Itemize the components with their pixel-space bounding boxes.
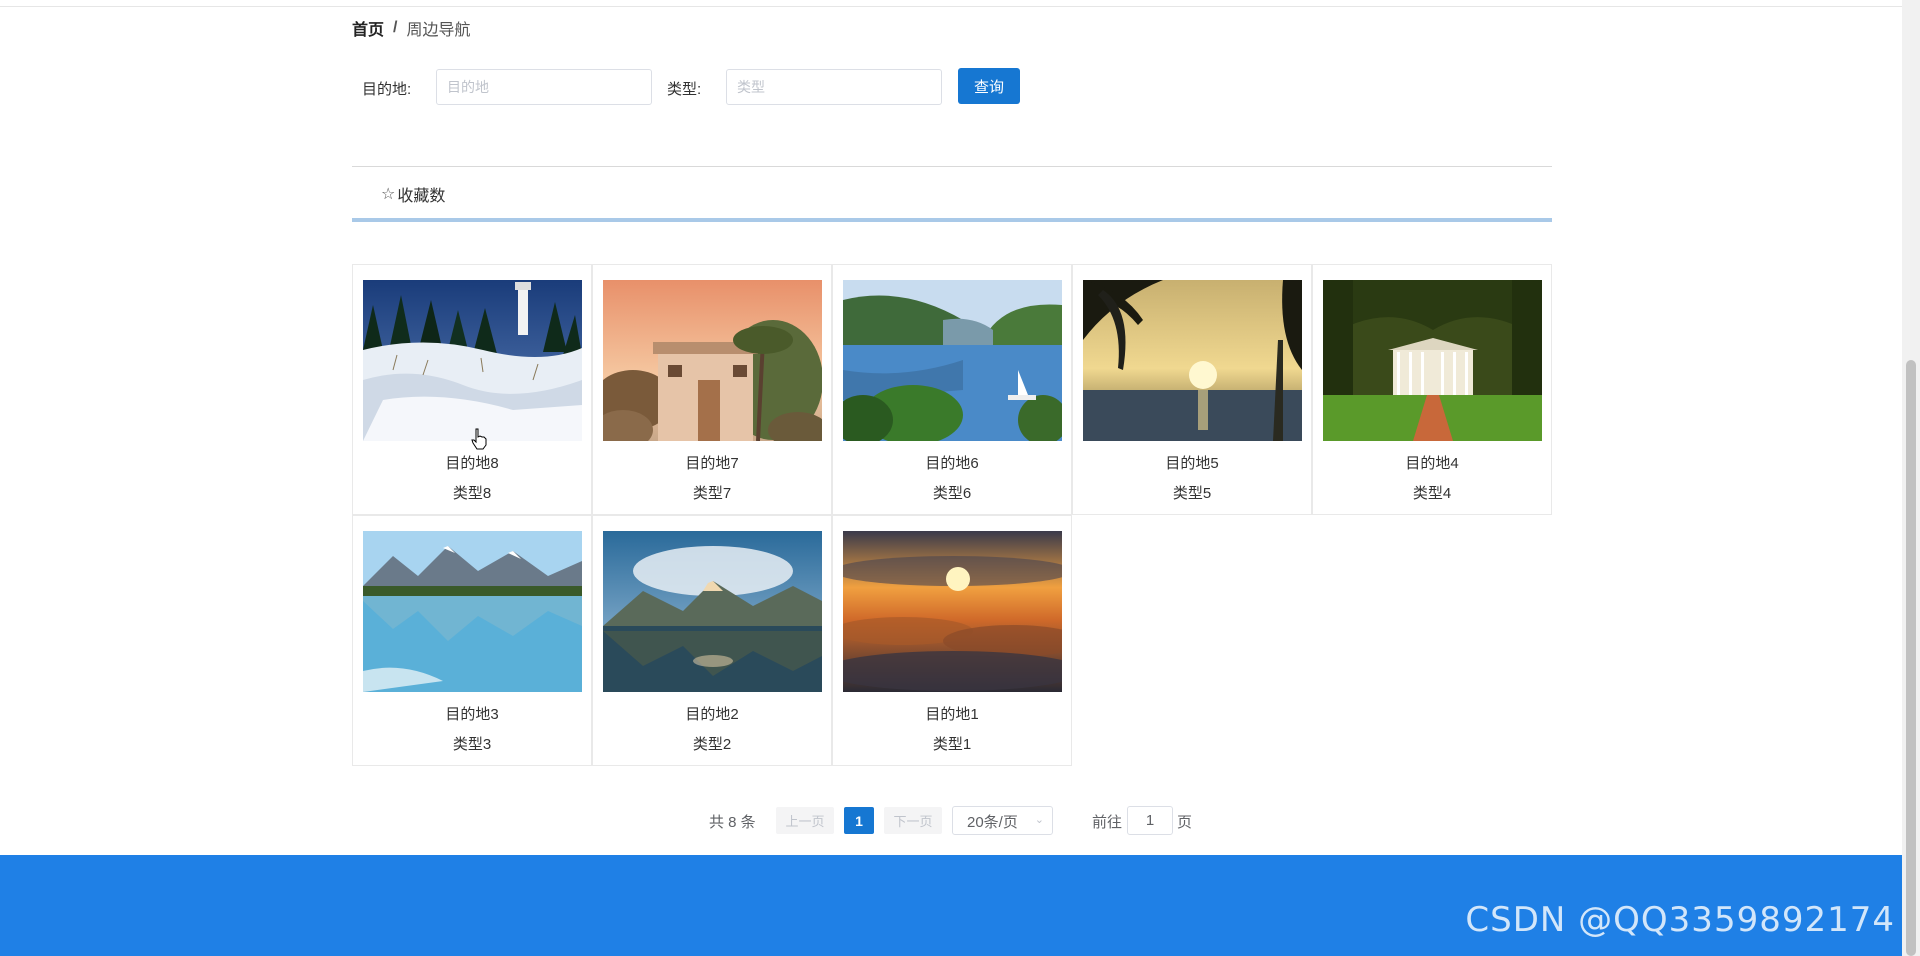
destination-card[interactable]: 目的地7 类型7 xyxy=(592,264,832,515)
scrollbar-thumb[interactable] xyxy=(1906,360,1916,956)
breadcrumb-separator: / xyxy=(393,19,398,36)
destination-type: 类型2 xyxy=(692,736,732,753)
destination-card[interactable]: 目的地8 类型8 xyxy=(352,264,592,515)
breadcrumb-home[interactable]: 首页 xyxy=(352,16,384,40)
destination-name[interactable]: 目的地3 xyxy=(353,703,591,724)
type-input[interactable] xyxy=(726,69,942,105)
prev-page-button[interactable]: 上一页 xyxy=(776,807,834,834)
destination-name[interactable]: 目的地5 xyxy=(1073,452,1311,473)
destination-card[interactable]: 目的地6 类型6 xyxy=(832,264,1072,515)
destination-image-adobe-house-sunset[interactable] xyxy=(603,280,822,441)
page-unit-label: 页 xyxy=(1177,814,1193,831)
destination-input[interactable] xyxy=(436,69,652,105)
tab-favorites[interactable]: ☆ 收藏数 xyxy=(381,182,445,206)
destination-name[interactable]: 目的地7 xyxy=(593,452,831,473)
destination-image-sunset-above-clouds[interactable] xyxy=(843,531,1062,692)
tab-favorites-label: 收藏数 xyxy=(397,188,446,205)
destination-type: 类型3 xyxy=(452,736,492,753)
destination-image-palm-sunset-sea[interactable] xyxy=(1083,280,1302,441)
goto-page-input[interactable] xyxy=(1127,806,1173,835)
breadcrumb-current: 周边导航 xyxy=(406,22,471,39)
destination-card[interactable]: 目的地5 类型5 xyxy=(1072,264,1312,515)
destination-card[interactable]: 目的地3 类型3 xyxy=(352,515,592,766)
query-button[interactable]: 查询 xyxy=(958,68,1020,104)
destination-image-river-valley-sailboat[interactable] xyxy=(843,280,1062,441)
sort-tabs: ☆ 收藏数 xyxy=(352,166,1552,222)
breadcrumb: 首页 / 周边导航 xyxy=(352,16,470,40)
watermark: CSDN @QQ3359892174 xyxy=(1465,900,1895,940)
chevron-down-icon: ⌄ xyxy=(1034,814,1044,826)
destination-type: 类型4 xyxy=(1412,485,1452,502)
destination-name[interactable]: 目的地1 xyxy=(833,703,1071,724)
header-divider xyxy=(0,6,1902,7)
next-page-button[interactable]: 下一页 xyxy=(884,807,942,834)
destination-label: 目的地: xyxy=(362,81,412,98)
destination-card[interactable]: 目的地4 类型4 xyxy=(1312,264,1552,515)
destination-type: 类型8 xyxy=(452,485,492,502)
page-size-select[interactable]: 20条/页 ⌄ xyxy=(952,806,1053,835)
star-outline-icon: ☆ xyxy=(381,186,396,203)
destination-name[interactable]: 目的地6 xyxy=(833,452,1071,473)
vertical-scrollbar[interactable] xyxy=(1902,0,1920,956)
destination-image-oak-alley-mansion[interactable] xyxy=(1323,280,1542,441)
destination-type: 类型7 xyxy=(692,485,732,502)
destination-card[interactable]: 目的地1 类型1 xyxy=(832,515,1072,766)
page-size-value: 20条/页 xyxy=(967,814,1018,831)
destination-image-misty-mountain-lake[interactable] xyxy=(603,531,822,692)
page-number-button[interactable]: 1 xyxy=(844,807,874,834)
pagination-total: 共 8 条 xyxy=(709,814,756,831)
destination-type: 类型6 xyxy=(932,485,972,502)
type-label: 类型: xyxy=(667,81,702,98)
destination-type: 类型5 xyxy=(1172,485,1212,502)
destination-name[interactable]: 目的地8 xyxy=(353,452,591,473)
destination-type: 类型1 xyxy=(932,736,972,753)
pagination: 共 8 条 上一页 1 下一页 20条/页 ⌄ 前往 页 xyxy=(352,805,1552,835)
destination-name[interactable]: 目的地4 xyxy=(1313,452,1551,473)
search-bar: 目的地: 类型: 查询 xyxy=(352,68,1552,105)
destination-image-snowy-lighthouse[interactable] xyxy=(363,280,582,441)
destination-card[interactable]: 目的地2 类型2 xyxy=(592,515,832,766)
goto-label: 前往 xyxy=(1092,814,1123,831)
destination-image-mountain-lake-reflection[interactable] xyxy=(363,531,582,692)
destination-name[interactable]: 目的地2 xyxy=(593,703,831,724)
